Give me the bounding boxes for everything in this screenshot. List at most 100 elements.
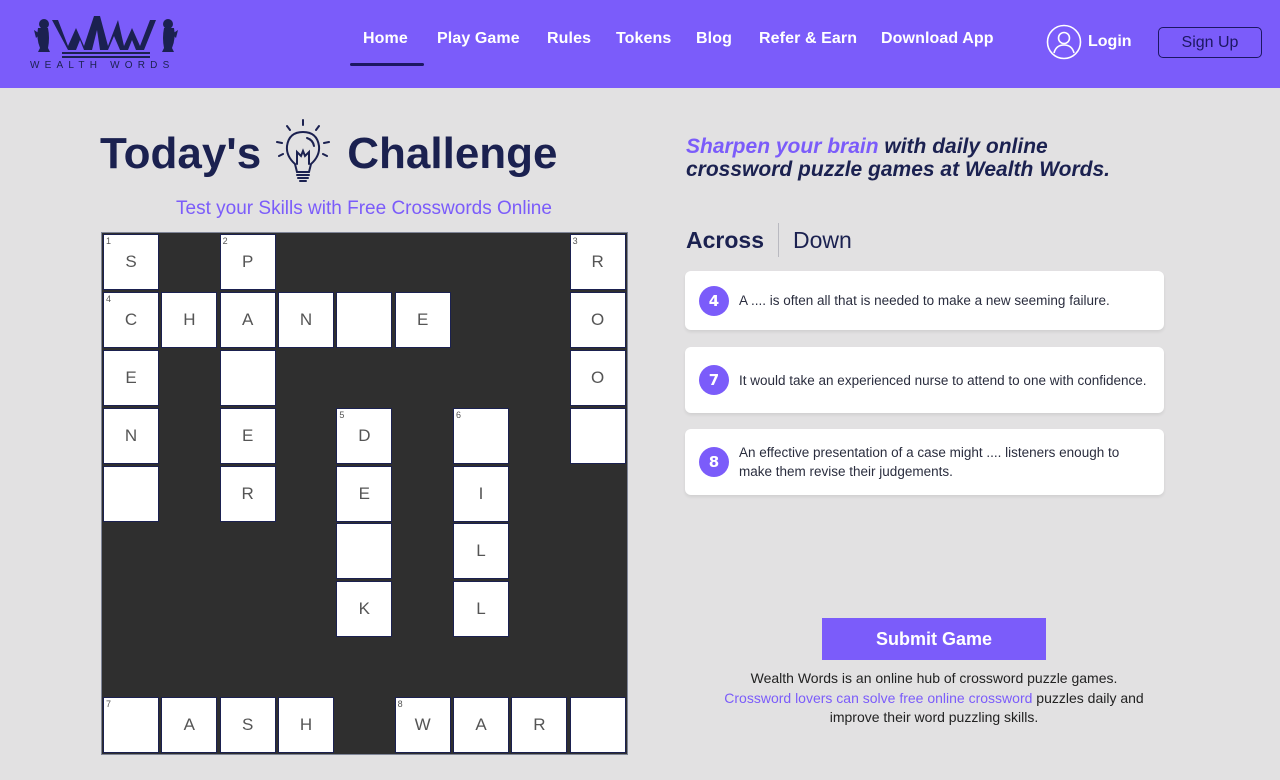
crossword-cell[interactable]: L [453, 523, 509, 580]
crossword-cell[interactable]: E [103, 349, 159, 406]
cell-letter: N [299, 309, 313, 329]
title-part-1: Today's [100, 129, 262, 178]
cell-clue-number: 7 [106, 699, 112, 710]
crossword-cell[interactable]: E [336, 465, 393, 522]
crossword-cell[interactable]: H [161, 291, 218, 348]
crossword-cell[interactable]: S [219, 697, 276, 754]
crossword-grid: 1S2P3R4CHANEOEONE5D6REILKL7ASH8WAR [101, 232, 628, 755]
cell-letter: H [183, 309, 196, 329]
cell-clue-number: 5 [339, 409, 345, 420]
lightbulb-icon [276, 119, 331, 182]
crossword-cell[interactable]: 6 [453, 407, 509, 464]
cell-letter: R [241, 483, 254, 503]
submit-game-button[interactable]: Submit Game [822, 618, 1046, 660]
crossword-cell[interactable]: N [103, 407, 159, 464]
nav-home[interactable]: Home [363, 30, 408, 48]
crossword-cell[interactable]: A [161, 697, 218, 754]
cell-letter: L [476, 599, 486, 619]
cell-letter: S [241, 715, 254, 735]
cell-letter: E [416, 309, 429, 329]
cell-letter: R [591, 252, 604, 271]
crossword-cell[interactable]: 3R [569, 234, 626, 290]
cell-letter: H [299, 715, 313, 735]
about-text: Wealth Words is an online hub of crosswo… [700, 669, 1168, 728]
sign-up-button[interactable]: Sign Up [1158, 27, 1262, 58]
clue-text: A .... is often all that is needed to ma… [739, 293, 1110, 308]
clue-text: It would take an experienced nurse to at… [739, 372, 1147, 388]
clue-card[interactable]: 7 It would take an experienced nurse to … [685, 347, 1164, 413]
cell-clue-number: 8 [397, 699, 403, 710]
clue-direction-tabs: Across Down [686, 222, 852, 258]
tagline: Sharpen your brain with daily online cro… [686, 135, 1146, 181]
crossword-link[interactable]: Crossword lovers can solve free online c… [724, 690, 1032, 706]
crossword-cell[interactable]: A [453, 697, 509, 754]
crossword-cell[interactable]: N [278, 291, 334, 348]
cell-clue-number: 3 [572, 236, 578, 246]
active-nav-indicator [350, 63, 424, 66]
crossword-cell[interactable]: O [569, 291, 626, 348]
cell-letter: P [241, 252, 254, 271]
crossword-cell[interactable]: K [336, 581, 393, 638]
crossword-cell[interactable]: R [219, 465, 276, 522]
cell-letter: A [241, 309, 254, 329]
crossword-cell[interactable]: R [511, 697, 568, 754]
nav-refer-earn[interactable]: Refer & Earn [759, 30, 857, 48]
crossword-cell[interactable]: L [453, 581, 509, 638]
nav-play-game[interactable]: Play Game [437, 30, 520, 48]
clue-number-badge: 7 [699, 365, 729, 395]
crossword-cell[interactable] [103, 465, 159, 522]
cell-letter: A [475, 715, 487, 735]
crown-lions-logo-icon [34, 16, 178, 58]
tab-across[interactable]: Across [686, 227, 764, 254]
title-part-2: Challenge [347, 129, 558, 178]
nav-download-app[interactable]: Download App [881, 30, 994, 48]
crossword-cell[interactable]: 2P [219, 234, 276, 290]
crossword-cell[interactable] [336, 523, 393, 580]
cell-letter: E [358, 483, 370, 503]
crossword-cell[interactable] [569, 697, 626, 754]
cell-letter: C [124, 309, 138, 329]
logo-wordmark: WEALTH WORDS [30, 60, 175, 71]
crossword-cell[interactable] [569, 407, 626, 464]
crossword-cell[interactable] [219, 349, 276, 406]
tab-divider [777, 223, 779, 257]
cell-letter: S [125, 252, 137, 271]
crossword-cell[interactable]: 5D [336, 407, 393, 464]
crossword-cell[interactable]: E [394, 291, 451, 348]
crossword-cell[interactable]: 8W [394, 697, 451, 754]
about-line-1: Wealth Words is an online hub of crosswo… [750, 670, 1118, 686]
cell-clue-number: 4 [106, 293, 112, 304]
wealth-words-logo[interactable]: WEALTH WORDS [28, 10, 184, 74]
clue-text: An effective presentation of a case migh… [739, 445, 1120, 479]
crossword-cell[interactable]: O [569, 349, 626, 406]
login-button[interactable]: Login [1046, 24, 1132, 60]
crossword-cell[interactable]: E [219, 407, 276, 464]
crossword-cell[interactable]: 1S [103, 234, 159, 290]
cell-letter: L [476, 541, 486, 561]
crossword-cell[interactable]: 7 [103, 697, 159, 754]
cell-letter: K [358, 599, 370, 619]
cell-letter: E [241, 425, 254, 445]
cell-letter: D [358, 425, 371, 445]
cell-letter: W [414, 715, 431, 735]
crossword-cell[interactable]: 4C [103, 291, 159, 348]
crossword-cell[interactable]: A [219, 291, 276, 348]
top-navbar: WEALTH WORDS Home Play Game Rules Tokens… [0, 0, 1280, 88]
crossword-cell[interactable]: H [278, 697, 334, 754]
cell-letter: E [125, 367, 137, 387]
cell-clue-number: 6 [456, 409, 462, 420]
cell-clue-number: 2 [222, 236, 228, 246]
clue-card[interactable]: 4 A .... is often all that is needed to … [685, 271, 1164, 330]
cell-letter: O [591, 309, 605, 329]
crossword-cell[interactable] [336, 291, 393, 348]
clue-card[interactable]: 8 An effective presentation of a case mi… [685, 429, 1164, 495]
nav-blog[interactable]: Blog [696, 30, 732, 48]
clue-number-badge: 8 [699, 447, 729, 477]
user-circle-icon [1046, 24, 1082, 60]
crossword-cell[interactable]: I [453, 465, 509, 522]
cell-clue-number: 1 [106, 236, 112, 246]
tab-down[interactable]: Down [793, 227, 852, 254]
nav-rules[interactable]: Rules [547, 30, 591, 48]
nav-tokens[interactable]: Tokens [616, 30, 671, 48]
cell-letter: A [183, 715, 195, 735]
